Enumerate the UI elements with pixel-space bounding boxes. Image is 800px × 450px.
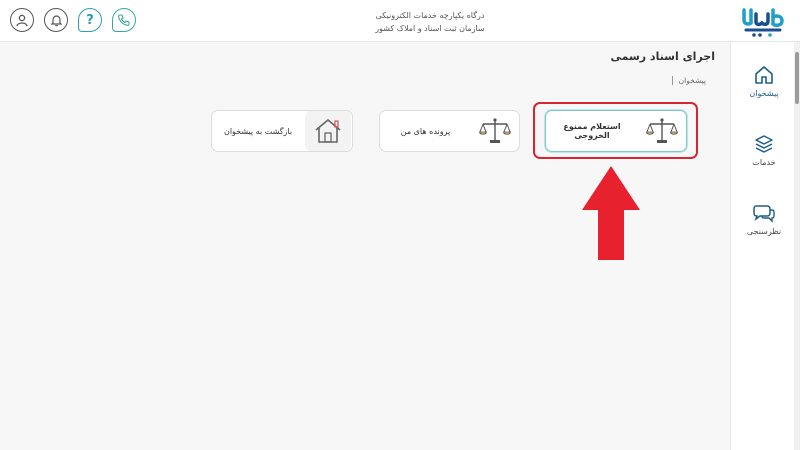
sidebar-item-services[interactable]: خدمات: [738, 133, 790, 167]
breadcrumb-item-dashboard[interactable]: پیشخوان: [679, 76, 706, 85]
sidebar-item-survey[interactable]: نظرسنجی: [738, 202, 790, 236]
chat-bubbles-icon: [753, 205, 775, 223]
top-icon-group: ?: [10, 8, 136, 32]
breadcrumb: پیشخوان: [671, 76, 706, 85]
site-logo[interactable]: [740, 4, 788, 38]
sidebar-item-label: نظرسنجی: [746, 227, 782, 236]
card-label: پرونده های من: [400, 126, 451, 136]
card-icon-wrapper: [304, 111, 352, 151]
scrollbar-thumb[interactable]: [795, 52, 799, 104]
sidebar-item-label: خدمات: [752, 158, 776, 167]
portal-title-line1: درگاه یکپارچه خدمات الکترونیکی: [375, 11, 485, 20]
layers-icon: [755, 135, 773, 153]
sidebar-item-dashboard[interactable]: پیشخوان: [738, 64, 790, 98]
card-my-files[interactable]: پرونده های من: [379, 110, 520, 152]
page-title: اجرای اسناد رسمی: [610, 50, 715, 63]
highlight-frame: [533, 102, 698, 159]
phone-support-icon[interactable]: [112, 8, 136, 32]
sidebar: [730, 42, 800, 450]
sidebar-item-label: پیشخوان: [749, 89, 779, 98]
scales-icon: [471, 111, 519, 151]
portal-title-line2: سازمان ثبت اسناد و املاک کشور: [375, 24, 485, 33]
user-profile-icon[interactable]: [10, 8, 34, 32]
home-icon: [755, 66, 773, 84]
card-label: بازگشت به پیشخوان: [223, 126, 293, 136]
pointer-arrow-icon: [582, 166, 640, 260]
portal-title: درگاه یکپارچه خدمات الکترونیکی سازمان ثب…: [360, 9, 500, 35]
home-icon: [305, 111, 351, 151]
breadcrumb-separator: [671, 76, 673, 85]
notification-bell-icon[interactable]: [44, 8, 68, 32]
help-icon[interactable]: ?: [78, 8, 102, 32]
top-bar: ? درگاه یکپارچه خدمات الکترونیکی سازمان …: [0, 0, 800, 42]
card-back-to-dashboard[interactable]: بازگشت به پیشخوان: [211, 110, 353, 152]
